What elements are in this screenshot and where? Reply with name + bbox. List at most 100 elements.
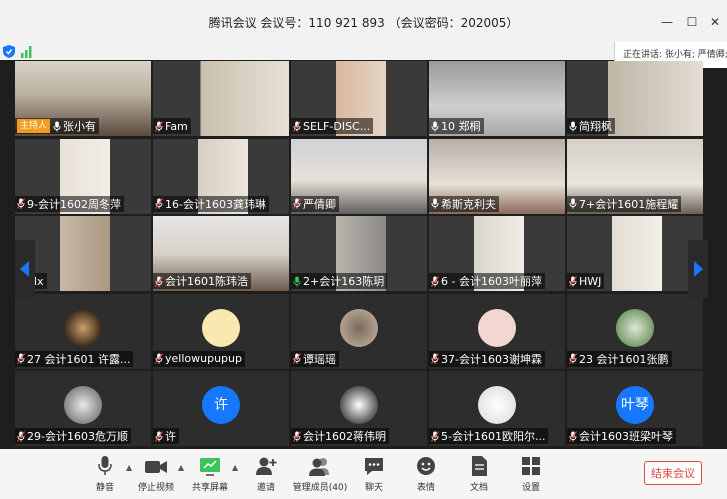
mic-muted-icon	[431, 275, 439, 287]
participant-nameplate: HWJ	[567, 273, 605, 289]
mic-muted-icon	[17, 353, 25, 364]
mute-label: 静音	[95, 483, 114, 493]
maximize-icon[interactable]: ☐	[684, 14, 700, 30]
prev-page-button[interactable]	[15, 240, 35, 298]
participant-avatar	[64, 308, 102, 347]
participant-tile[interactable]: 7+会计1601施程耀	[567, 138, 703, 214]
close-icon[interactable]: ✕	[707, 14, 723, 30]
participant-nameplate: yellowupupup	[153, 350, 245, 367]
participant-tile[interactable]: 2+会计163陈玥	[291, 216, 427, 291]
participant-nameplate: 9-会计1602周冬萍	[15, 195, 124, 212]
mic-muted-icon	[569, 430, 577, 442]
microphone-icon	[293, 276, 301, 286]
participant-nameplate: 会计1602蒋伟明	[291, 428, 389, 444]
video-options-caret[interactable]: ▲	[178, 463, 184, 472]
participant-tile[interactable]: 会计1601陈玮浩	[153, 216, 289, 291]
chevron-left-icon	[20, 261, 29, 277]
participant-tile[interactable]: 会计1602蒋伟明	[291, 371, 427, 446]
shield-icon[interactable]	[3, 45, 15, 58]
mic-muted-icon	[293, 120, 301, 132]
share-options-caret[interactable]: ▲	[232, 463, 238, 472]
participant-name: 37-会计1603谢坤霖	[441, 352, 542, 366]
participant-name: 谭瑶瑶	[303, 352, 336, 366]
stop-video-button[interactable]: 停止视频	[136, 455, 176, 493]
participant-tile[interactable]: 简翔枫	[567, 61, 703, 136]
participant-avatar	[202, 308, 240, 347]
participant-name: 希斯克利夫	[441, 197, 496, 211]
minimize-icon[interactable]: —	[659, 14, 675, 30]
mic-muted-icon	[155, 275, 163, 287]
participant-tile[interactable]: 23 会计1601张鹏	[567, 293, 703, 369]
chat-button[interactable]: 聊天	[362, 455, 386, 493]
document-icon	[472, 456, 487, 476]
participant-name: 29-会计1603危万顺	[27, 430, 128, 443]
participant-tile[interactable]: SELF-DISC...	[291, 61, 427, 136]
next-page-button[interactable]	[688, 240, 708, 298]
participant-tile[interactable]: 37-会计1603谢坤霖	[429, 293, 565, 369]
participant-nameplate: 严倩卿	[291, 195, 339, 212]
participant-tile[interactable]: 许许	[153, 371, 289, 446]
end-meeting-button[interactable]: 结束会议	[644, 461, 702, 485]
participant-tile[interactable]: Fam	[153, 61, 289, 136]
mic-muted-icon	[569, 275, 577, 287]
participant-name: 严倩卿	[303, 197, 336, 211]
mic-muted-icon	[17, 430, 25, 442]
mic-muted-icon	[293, 430, 301, 442]
participant-nameplate: 简翔枫	[567, 118, 615, 134]
participant-tile[interactable]: 谭瑶瑶	[291, 293, 427, 369]
participant-tile[interactable]: 29-会计1603危万顺	[15, 371, 151, 446]
participant-nameplate: 谭瑶瑶	[291, 350, 339, 367]
microphone-icon	[98, 456, 112, 475]
participant-tile[interactable]: 9-会计1602周冬萍	[15, 138, 151, 214]
add-user-icon	[256, 457, 277, 475]
participant-tile[interactable]: 希斯克利夫	[429, 138, 565, 214]
participant-grid: 主持人 张小有 Fam SELF-DISC... 10 郑桐 简翔枫 9-会计1602周冬萍…	[15, 61, 705, 449]
participant-name: 5-会计1601欧阳尔...	[441, 430, 546, 443]
participant-name: 9-会计1602周冬萍	[27, 197, 121, 211]
participant-name: 会计1603班梁叶琴	[579, 430, 673, 443]
members-icon	[309, 458, 329, 476]
participant-nameplate: 7+会计1601施程耀	[567, 195, 682, 212]
participant-tile[interactable]: 6 - 会计1603叶丽萍	[429, 216, 565, 291]
mic-muted-icon	[293, 198, 301, 209]
settings-button[interactable]: 设置	[518, 455, 544, 493]
meeting-toolbar: 静音 ▲ 停止视频 ▲ 共享屏幕 ▲ 邀请 管理成员(40) 聊天 表情 文档 …	[0, 449, 727, 499]
chat-label: 聊天	[364, 483, 383, 493]
participant-tile[interactable]: yellowupupup	[153, 293, 289, 369]
participant-nameplate: 23 会计1601张鹏	[567, 350, 672, 367]
participant-nameplate: SELF-DISC...	[291, 118, 374, 134]
participant-tile[interactable]: dlx	[15, 216, 151, 291]
participant-tile[interactable]: 叶琴会计1603班梁叶琴	[567, 371, 703, 446]
docs-button[interactable]: 文档	[467, 455, 491, 493]
participant-tile[interactable]: 16-会计1603龚玮琳	[153, 138, 289, 214]
microphone-icon	[569, 198, 577, 209]
participant-nameplate: 主持人 张小有	[15, 118, 100, 134]
manage-members-button[interactable]: 管理成员(40)	[292, 455, 348, 493]
participant-tile[interactable]: 5-会计1601欧阳尔...	[429, 371, 565, 446]
participant-tile[interactable]: 严倩卿	[291, 138, 427, 214]
signal-icon[interactable]	[20, 45, 34, 58]
camera-icon	[145, 461, 167, 473]
host-badge: 主持人	[17, 119, 51, 133]
participant-nameplate: 6 - 会计1603叶丽萍	[429, 273, 545, 289]
emoji-label: 表情	[416, 483, 435, 493]
chevron-right-icon	[694, 261, 703, 277]
audio-options-caret[interactable]: ▲	[126, 463, 132, 472]
participant-tile[interactable]: 10 郑桐	[429, 61, 565, 136]
mic-muted-icon	[17, 198, 25, 209]
participant-avatar	[64, 386, 102, 424]
participant-tile[interactable]: HWJ	[567, 216, 703, 291]
microphone-icon	[431, 198, 439, 209]
share-screen-button[interactable]: 共享屏幕	[190, 455, 230, 493]
avatar-initials: 叶琴	[621, 397, 649, 413]
mute-button[interactable]: 静音	[90, 455, 120, 493]
participant-tile[interactable]: 主持人 张小有	[15, 61, 151, 136]
emoji-button[interactable]: 表情	[414, 455, 438, 493]
participant-name: yellowupupup	[165, 352, 242, 365]
participant-nameplate: 会计1601陈玮浩	[153, 273, 251, 289]
participant-tile[interactable]: 27 会计1601 许露...	[15, 293, 151, 369]
share-screen-label: 共享屏幕	[191, 483, 228, 493]
participant-nameplate: Fam	[153, 118, 191, 134]
mic-muted-icon	[569, 353, 577, 364]
invite-button[interactable]: 邀请	[252, 455, 280, 493]
